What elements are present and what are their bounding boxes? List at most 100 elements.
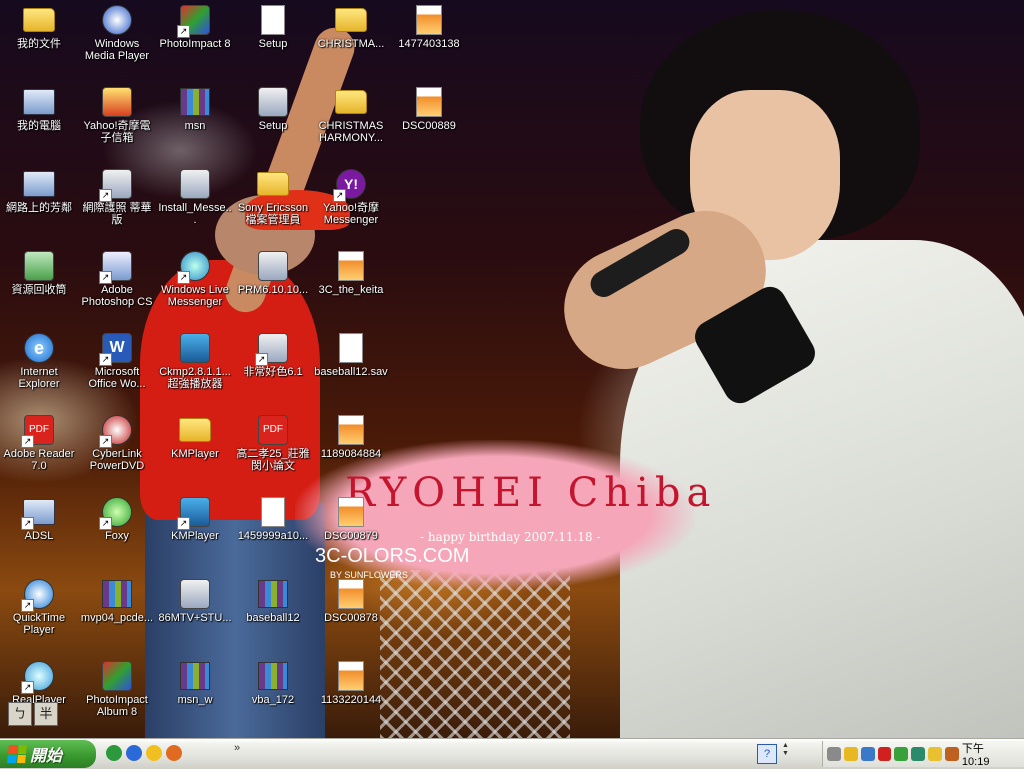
desktop-icon[interactable]: KMPlayer bbox=[156, 412, 234, 492]
installer-icon bbox=[179, 168, 211, 200]
desktop-icon[interactable]: PhotoImpact 8 bbox=[156, 2, 234, 82]
image-file-icon bbox=[335, 250, 367, 282]
messenger-quick-icon[interactable] bbox=[126, 745, 142, 761]
desktop-icon[interactable]: Yahoo!奇摩電子信箱 bbox=[78, 84, 156, 164]
desktop-icon-label: Setup bbox=[258, 120, 288, 132]
image-file-icon bbox=[335, 414, 367, 446]
tray-expand-icon[interactable] bbox=[827, 747, 841, 761]
media-player-quick-icon[interactable] bbox=[106, 745, 122, 761]
antivirus-icon[interactable] bbox=[877, 747, 892, 761]
desktop-icon[interactable]: Adobe Photoshop CS bbox=[78, 248, 156, 328]
live-messenger-icon bbox=[177, 250, 211, 284]
desktop-icon[interactable]: QuickTime Player bbox=[0, 576, 78, 656]
desktop-icon-label: Install_Messe... bbox=[158, 202, 232, 226]
desktop-icon[interactable]: 網路上的芳鄰 bbox=[0, 166, 78, 246]
desktop-icon[interactable]: Ckmp2.8.1.1...超強播放器 bbox=[156, 330, 234, 410]
desktop-icon-label: 1459999a10... bbox=[237, 530, 309, 542]
desktop-icon[interactable]: PRM6.10.10... bbox=[234, 248, 312, 328]
desktop-icon[interactable]: Sony Ericsson 檔案管理員 bbox=[234, 166, 312, 246]
desktop-icon[interactable]: DSC00889 bbox=[390, 84, 468, 164]
video-file-icon bbox=[179, 578, 211, 610]
security-shield-icon[interactable] bbox=[843, 747, 858, 761]
ime-language-bar[interactable]: ㄅ 半 bbox=[8, 702, 58, 726]
quick-launch-chevron[interactable]: » bbox=[234, 742, 240, 754]
desktop-icon[interactable]: Setup bbox=[234, 2, 312, 82]
passport-icon bbox=[99, 168, 133, 202]
desktop-icon[interactable]: DSC00879 bbox=[312, 494, 390, 574]
desktop-icon-label: 我的電腦 bbox=[17, 120, 61, 132]
image-file-icon bbox=[335, 578, 367, 610]
desktop-icon[interactable]: mvp04_pcde... bbox=[78, 576, 156, 656]
desktop-icon[interactable]: CHRISTMA... bbox=[312, 2, 390, 82]
language-indicator[interactable]: ? bbox=[757, 744, 777, 764]
desktop-icon[interactable]: 1133220144 bbox=[312, 658, 390, 738]
setup-icon bbox=[257, 4, 289, 36]
my-documents-icon bbox=[23, 4, 55, 36]
desktop-icon[interactable]: WMicrosoft Office Wo... bbox=[78, 330, 156, 410]
desktop-icon-label: CHRISTMA... bbox=[317, 38, 385, 50]
desktop-icon[interactable]: Y!Yahoo!奇摩 Messenger bbox=[312, 166, 390, 246]
yahoo-tray-icon[interactable] bbox=[928, 747, 943, 761]
desktop-icon[interactable]: 1189084884 bbox=[312, 412, 390, 492]
desktop-icon-label: QuickTime Player bbox=[12, 612, 66, 636]
network-icon[interactable] bbox=[860, 747, 875, 761]
desktop-icon[interactable]: ADSL bbox=[0, 494, 78, 574]
desktop-icon[interactable]: CyberLink PowerDVD bbox=[78, 412, 156, 492]
ime-halfwidth-key[interactable]: 半 bbox=[34, 702, 58, 726]
desktop-icon[interactable]: Install_Messe... bbox=[156, 166, 234, 246]
desktop-icon[interactable]: 3C_the_keita bbox=[312, 248, 390, 328]
desktop-icon[interactable]: 網際護照 蒂華版 bbox=[78, 166, 156, 246]
desktop-icon[interactable]: msn_w bbox=[156, 658, 234, 738]
realplayer-icon bbox=[21, 660, 55, 694]
desktop-icon-label: Internet Explorer bbox=[18, 366, 60, 390]
desktop-icon-label: baseball12.sav bbox=[314, 366, 388, 378]
desktop-icon[interactable]: e Internet Explorer bbox=[0, 330, 78, 410]
setup-icon bbox=[257, 86, 289, 118]
desktop-icon[interactable]: 資源回收筒 bbox=[0, 248, 78, 328]
desktop-icon[interactable]: Foxy bbox=[78, 494, 156, 574]
desktop-icon[interactable]: PDF 高二孝25_莊雅閔小論文 bbox=[234, 412, 312, 492]
desktop-icon[interactable]: baseball12.sav bbox=[312, 330, 390, 410]
my-computer-icon bbox=[23, 86, 55, 118]
photoimpact-album-icon bbox=[101, 660, 133, 692]
desktop-icon[interactable]: vba_172 bbox=[234, 658, 312, 738]
desktop-icon[interactable]: 我的電腦 bbox=[0, 84, 78, 164]
desktop-icon[interactable]: Setup bbox=[234, 84, 312, 164]
internet-explorer-icon: e bbox=[23, 332, 55, 364]
desktop-icon[interactable]: Windows Live Messenger bbox=[156, 248, 234, 328]
installer-icon bbox=[257, 250, 289, 282]
desktop-icon[interactable]: 1459999a10... bbox=[234, 494, 312, 574]
desktop-icon[interactable]: 我的文件 bbox=[0, 2, 78, 82]
desktop-icon-label: Ckmp2.8.1.1...超強播放器 bbox=[159, 366, 231, 390]
desktop-icon[interactable]: Windows Media Player bbox=[78, 2, 156, 82]
desktop-icon[interactable]: msn bbox=[156, 84, 234, 164]
desktop-icon[interactable]: PhotoImpact Album 8 bbox=[78, 658, 156, 738]
desktop-icon[interactable]: KMPlayer bbox=[156, 494, 234, 574]
language-options-icon[interactable]: ▲ ▼ bbox=[782, 742, 789, 758]
desktop-icon[interactable]: 86MTV+STU... bbox=[156, 576, 234, 656]
desktop-icon[interactable]: PDFAdobe Reader 7.0 bbox=[0, 412, 78, 492]
desktop-icon[interactable]: 非常好色6.1 bbox=[234, 330, 312, 410]
yahoo-mail-icon bbox=[101, 86, 133, 118]
archive-icon bbox=[257, 578, 289, 610]
desktop-icon[interactable]: DSC00878 bbox=[312, 576, 390, 656]
clock[interactable]: 下午 10:19 bbox=[962, 740, 1014, 768]
firefox-quick-icon[interactable] bbox=[166, 745, 182, 761]
desktop-icon-label: 3C_the_keita bbox=[318, 284, 384, 296]
desktop-icon-label: Sony Ericsson 檔案管理員 bbox=[237, 202, 309, 226]
messenger-tray-icon[interactable] bbox=[911, 747, 926, 761]
archive-icon bbox=[101, 578, 133, 610]
yahoo-quick-icon[interactable] bbox=[146, 745, 162, 761]
network-places-icon bbox=[23, 168, 55, 200]
image-file-icon bbox=[335, 496, 367, 528]
ime-phonetic-key[interactable]: ㄅ bbox=[8, 702, 32, 726]
desktop-icon[interactable]: RealPlayer bbox=[0, 658, 78, 738]
desktop-icon[interactable]: 1477403138 bbox=[390, 2, 468, 82]
desktop-icon[interactable]: CHRISTMAS HARMONY... bbox=[312, 84, 390, 164]
desktop-icon-label: 非常好色6.1 bbox=[243, 366, 303, 378]
start-button[interactable]: 開始 bbox=[0, 740, 96, 768]
ckmp-icon bbox=[179, 332, 211, 364]
volume-icon[interactable] bbox=[945, 747, 959, 761]
desktop-icon[interactable]: baseball12 bbox=[234, 576, 312, 656]
update-icon[interactable] bbox=[894, 747, 909, 761]
